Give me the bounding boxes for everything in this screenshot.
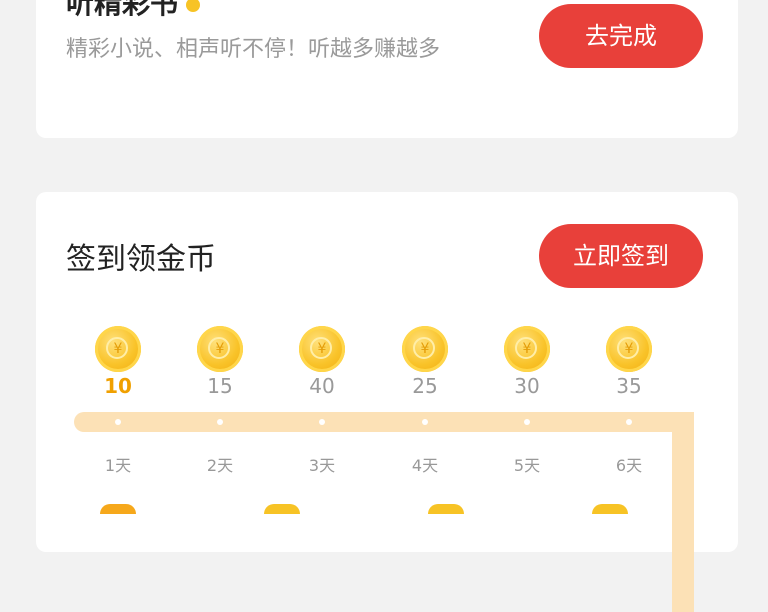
progress-dot bbox=[524, 419, 530, 425]
coin-icon bbox=[264, 504, 300, 514]
coin-icon: ¥ bbox=[606, 326, 652, 372]
day-label-5: 5天 bbox=[513, 456, 541, 475]
sign-in-button[interactable]: 立即签到 bbox=[539, 224, 703, 288]
progress-dot bbox=[217, 419, 223, 425]
day-label-1: 1天 bbox=[104, 456, 132, 475]
coin-icon: ¥ bbox=[504, 326, 550, 372]
coin-icon bbox=[592, 504, 628, 514]
day-label-2: 2天 bbox=[206, 456, 234, 475]
day-label-4: 4天 bbox=[411, 456, 439, 475]
coin-icon: ¥ bbox=[95, 326, 141, 372]
coin-icon: ¥ bbox=[299, 326, 345, 372]
signin-progress-track-turn bbox=[672, 412, 694, 612]
coin-value-day-1: 10 bbox=[104, 374, 132, 398]
coin-value-day-6: 35 bbox=[616, 374, 642, 398]
coin-value-day-3: 40 bbox=[309, 374, 335, 398]
progress-dot bbox=[115, 419, 121, 425]
coin-icon bbox=[100, 504, 136, 514]
task-title: 听精彩书 bbox=[66, 0, 201, 22]
progress-dot bbox=[319, 419, 325, 425]
coin-value-day-5: 30 bbox=[514, 374, 540, 398]
coin-icon: ¥ bbox=[402, 326, 448, 372]
signin-title: 签到领金币 bbox=[66, 242, 216, 277]
signin-progress-track bbox=[74, 412, 694, 432]
task-card: 听精彩书 精彩小说、相声听不停！听越多赚越多 去完成 bbox=[36, 0, 738, 138]
coin-icon: ¥ bbox=[197, 326, 243, 372]
day-label-6: 6天 bbox=[615, 456, 643, 475]
progress-dot bbox=[626, 419, 632, 425]
coin-icon bbox=[428, 504, 464, 514]
star-icon bbox=[186, 0, 201, 12]
day-label-3: 3天 bbox=[308, 456, 336, 475]
signin-card: 签到领金币 立即签到 ¥ ¥ ¥ ¥ ¥ ¥ 10 15 40 25 30 35… bbox=[36, 192, 738, 612]
coin-value-day-4: 25 bbox=[412, 374, 438, 398]
complete-task-button[interactable]: 去完成 bbox=[539, 4, 703, 68]
task-title-text: 听精彩书 bbox=[66, 0, 179, 20]
coin-value-day-2: 15 bbox=[207, 374, 233, 398]
task-description: 精彩小说、相声听不停！听越多赚越多 bbox=[66, 37, 441, 62]
progress-dot bbox=[422, 419, 428, 425]
